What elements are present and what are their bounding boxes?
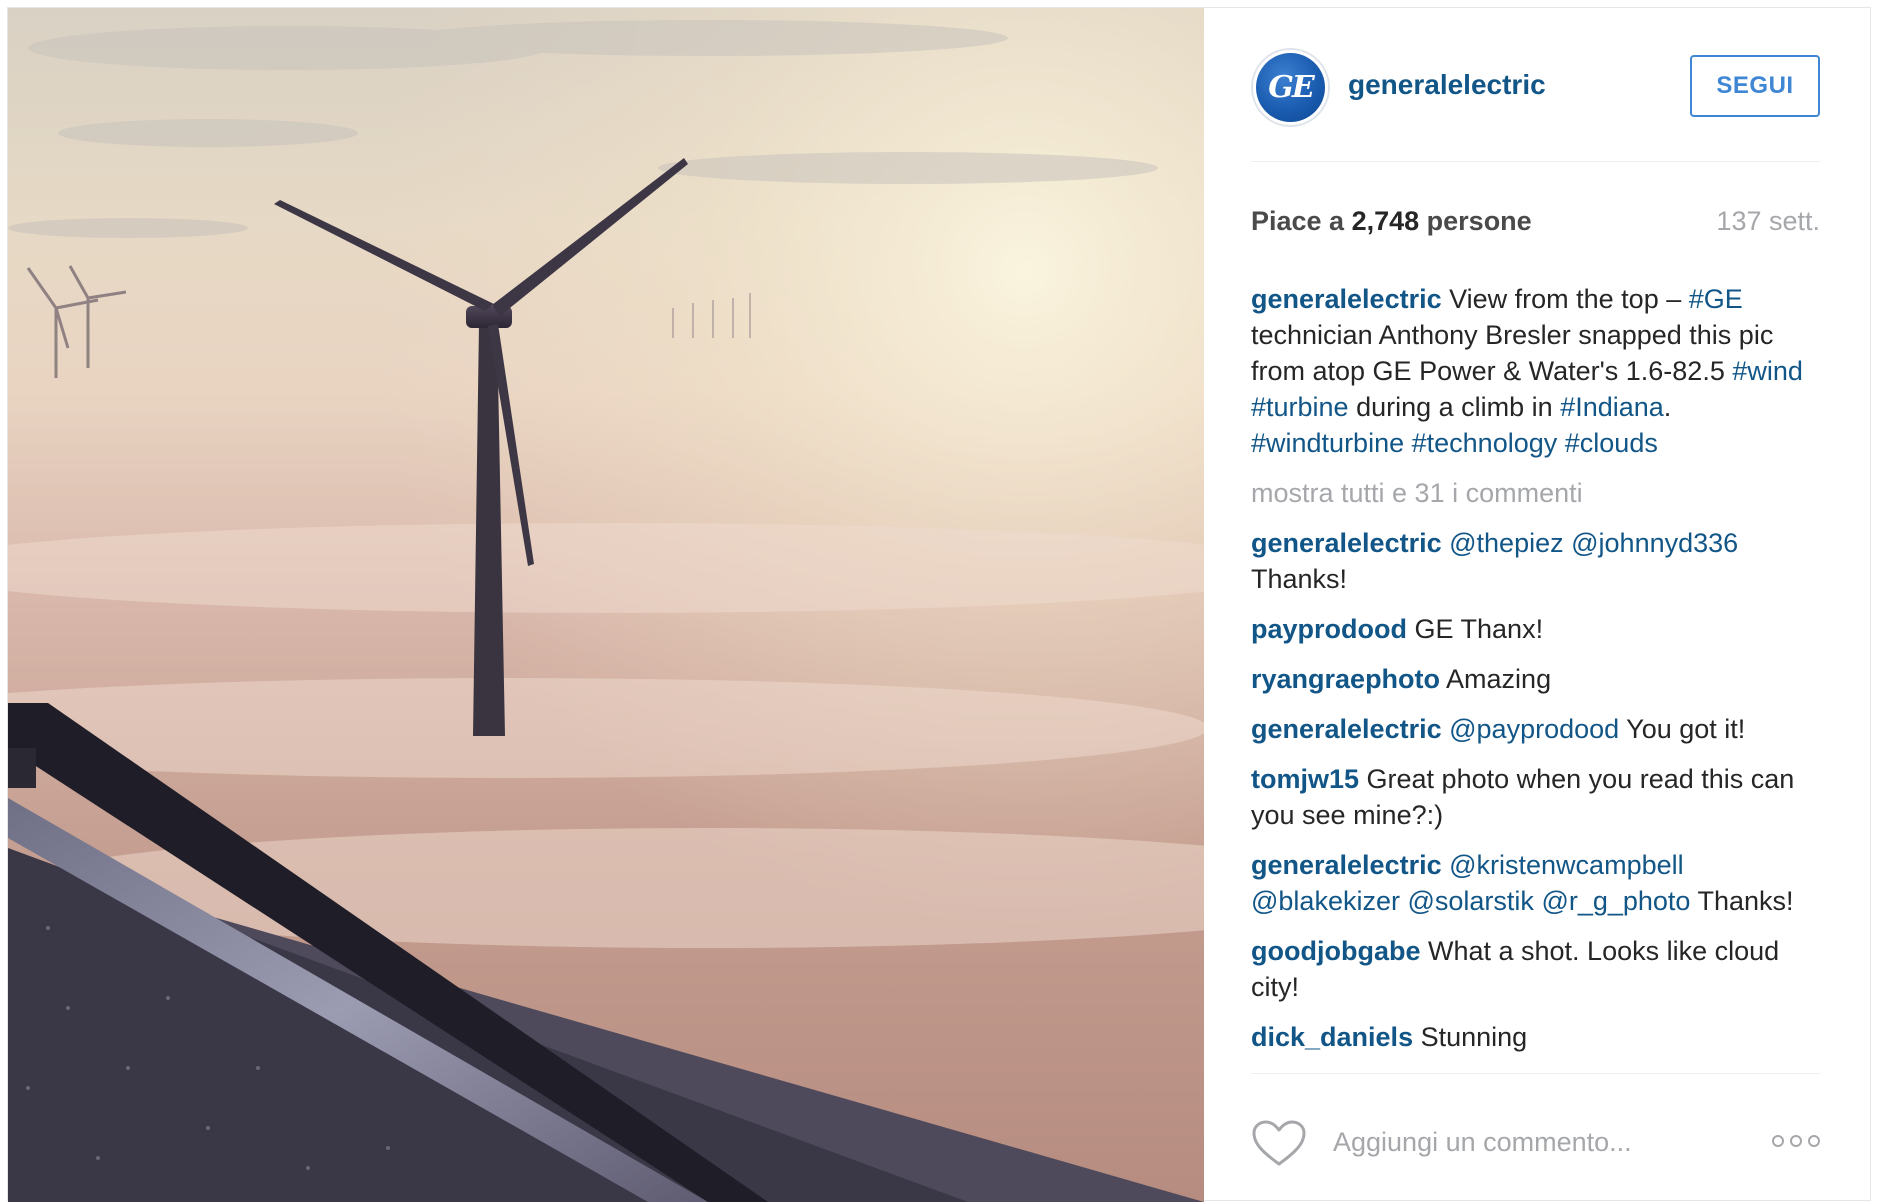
add-comment-input[interactable] [1331, 1122, 1751, 1162]
hashtag-link[interactable]: #turbine [1251, 392, 1349, 422]
mention-link[interactable]: @r_g_photo [1541, 886, 1690, 916]
avatar-logo-text: GE [1268, 70, 1314, 105]
mention-link[interactable]: @blakekizer [1251, 886, 1400, 916]
username-link[interactable]: generalelectric [1348, 69, 1546, 101]
comment-text [1557, 428, 1565, 458]
comment-text: . [1663, 392, 1672, 422]
instagram-post: GE generalelectric SEGUI Piace a 2,748 p… [7, 7, 1871, 1202]
likes-number: 2,748 [1351, 206, 1420, 236]
dot-icon [1772, 1135, 1784, 1147]
comment-item: payprodood GE Thanx! [1251, 611, 1820, 647]
more-options-icon[interactable] [1772, 1126, 1820, 1156]
comment-text: You got it! [1619, 714, 1746, 744]
mention-link[interactable]: @kristenwcampbell [1449, 850, 1683, 880]
comment-item: generalelectric @payprodood You got it! [1251, 711, 1820, 747]
comment-username[interactable]: generalelectric [1251, 714, 1442, 744]
mention-link[interactable]: @thepiez [1449, 528, 1563, 558]
follow-button[interactable]: SEGUI [1690, 55, 1820, 117]
comment-text: technician Anthony Bresler snapped this … [1251, 320, 1774, 386]
comment-text [1442, 850, 1450, 880]
avatar[interactable]: GE [1251, 48, 1330, 127]
comment-username[interactable]: tomjw15 [1251, 764, 1359, 794]
comment-text: View from the top – [1441, 284, 1689, 314]
comment-item: dick_daniels Stunning [1251, 1019, 1820, 1055]
comment-text [1442, 528, 1450, 558]
comment-text [1404, 428, 1412, 458]
hashtag-link[interactable]: #Indiana [1560, 392, 1664, 422]
post-meta: Piace a 2,748 persone 137 sett. [1251, 206, 1820, 246]
mention-link[interactable]: @solarstik [1407, 886, 1533, 916]
dot-icon [1790, 1135, 1802, 1147]
likes-suffix: persone [1419, 206, 1532, 236]
comment-items: generalelectric @thepiez @johnnyd336 Tha… [1251, 525, 1820, 1055]
dot-icon [1808, 1135, 1820, 1147]
post-side-panel: GE generalelectric SEGUI Piace a 2,748 p… [1204, 8, 1870, 1200]
comment-item: goodjobgabe What a shot. Looks like clou… [1251, 933, 1820, 1005]
mention-link[interactable]: @johnnyd336 [1571, 528, 1738, 558]
post-photo[interactable] [8, 8, 1204, 1202]
comment-item: generalelectric @thepiez @johnnyd336 Tha… [1251, 525, 1820, 597]
post-timestamp[interactable]: 137 sett. [1716, 206, 1820, 237]
comment-text: Amazing [1440, 664, 1552, 694]
heart-icon[interactable] [1251, 1119, 1307, 1167]
likes-count[interactable]: Piace a 2,748 persone [1251, 206, 1532, 237]
likes-prefix: Piace a [1251, 206, 1352, 236]
comment-username[interactable]: payprodood [1251, 614, 1407, 644]
post-footer [1251, 1073, 1820, 1200]
comment-text: Thanks! [1251, 564, 1348, 594]
comment-item: generalelectric @kristenwcampbell @blake… [1251, 847, 1820, 919]
comment-text [1564, 528, 1572, 558]
mention-link[interactable]: @payprodood [1449, 714, 1619, 744]
comment-item: tomjw15 Great photo when you read this c… [1251, 761, 1820, 833]
comment-text: during a climb in [1348, 392, 1561, 422]
comment-username[interactable]: goodjobgabe [1251, 936, 1420, 966]
comment-username[interactable]: generalelectric [1251, 284, 1442, 314]
hashtag-link[interactable]: #technology [1412, 428, 1558, 458]
hashtag-link[interactable]: #wind [1732, 356, 1803, 386]
hashtag-link[interactable]: #GE [1689, 284, 1743, 314]
show-all-comments-link[interactable]: mostra tutti e 31 i commenti [1251, 475, 1820, 511]
comment-username[interactable]: generalelectric [1251, 528, 1442, 558]
hashtag-link[interactable]: #windturbine [1251, 428, 1404, 458]
caption: generalelectric View from the top – #GE … [1251, 281, 1820, 461]
comment-item: ryangraephoto Amazing [1251, 661, 1820, 697]
hashtag-link[interactable]: #clouds [1565, 428, 1658, 458]
comment-username[interactable]: generalelectric [1251, 850, 1442, 880]
comment-username[interactable]: ryangraephoto [1251, 664, 1440, 694]
comment-username[interactable]: dick_daniels [1251, 1022, 1413, 1052]
comments-list[interactable]: generalelectric View from the top – #GE … [1251, 281, 1820, 1077]
ge-logo-icon: GE [1256, 53, 1325, 122]
comment-text: Stunning [1413, 1022, 1528, 1052]
post-header: GE generalelectric SEGUI [1251, 8, 1820, 162]
comment-text: Thanks! [1690, 886, 1794, 916]
comment-text [1442, 714, 1450, 744]
comment-text: GE Thanx! [1407, 614, 1544, 644]
wind-turbine-photo [8, 8, 1204, 1202]
